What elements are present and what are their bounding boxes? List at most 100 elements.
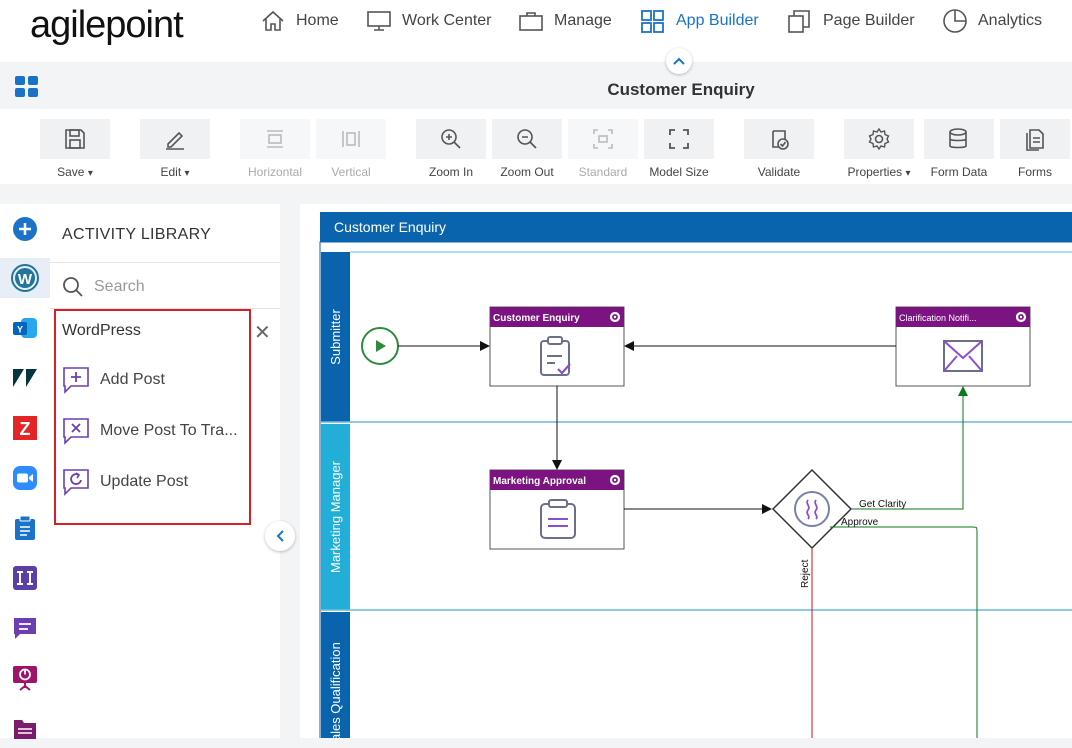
lane-marketing-label: Marketing Manager: [328, 460, 343, 573]
vertical-label: Vertical: [331, 165, 371, 179]
svg-text:Y: Y: [17, 325, 23, 335]
properties-button[interactable]: Properties ▾: [844, 119, 914, 181]
nav-home[interactable]: Home: [260, 8, 339, 34]
connector-reject-label: Reject: [800, 559, 811, 588]
nav-analytics[interactable]: Analytics: [942, 8, 1042, 34]
activity-clarification-title: Clarification Notifi...: [899, 313, 977, 323]
standard-button[interactable]: Standard: [568, 119, 638, 181]
rail-zendesk[interactable]: [0, 358, 50, 398]
connector-approve[interactable]: [830, 526, 978, 738]
forms-button[interactable]: Forms: [1000, 119, 1070, 181]
add-connector-button[interactable]: [0, 209, 50, 249]
agilepoint-logo[interactable]: agilepoint: [30, 4, 184, 47]
nav-page-builder[interactable]: Page Builder: [787, 8, 915, 34]
nav-work-center[interactable]: Work Center: [366, 8, 492, 34]
rail-folder[interactable]: [0, 708, 50, 748]
fit-to-size-icon: [669, 129, 689, 149]
vertical-layout-icon: [342, 131, 360, 147]
standard-label: Standard: [578, 165, 628, 179]
lane-sales-label: Sales Qualification: [328, 642, 343, 738]
presentation-icon: [13, 666, 37, 691]
connector-get-clarity-label: Get Clarity: [859, 499, 906, 510]
nav-manage[interactable]: Manage: [518, 8, 612, 34]
rail-presentation[interactable]: [0, 658, 50, 698]
pages-icon: [788, 10, 810, 33]
chevron-down-icon: ▾: [87, 168, 93, 179]
activity-add-post[interactable]: Add Post: [62, 366, 165, 394]
activity-marketing-approval[interactable]: Marketing Approval: [489, 469, 625, 550]
lane-submitter-label: Submitter: [328, 309, 343, 365]
clipboard-icon: [15, 515, 35, 540]
start-event[interactable]: [361, 327, 399, 365]
activity-library-title: ACTIVITY LIBRARY: [62, 226, 212, 243]
decision-gateway[interactable]: [771, 468, 853, 550]
connector-approve-label: Approve: [841, 517, 879, 528]
edit-label: Edit: [160, 165, 182, 179]
activity-update-post[interactable]: Update Post: [62, 468, 188, 496]
model-size-button[interactable]: Model Size: [644, 119, 714, 181]
rail-chat[interactable]: [0, 608, 50, 648]
form-data-label: Form Data: [930, 165, 988, 179]
svg-text:W: W: [18, 271, 33, 288]
search-icon: [63, 277, 83, 297]
text-cursor-icon: [13, 566, 37, 590]
pie-chart-icon: [943, 9, 967, 33]
rail-zoho[interactable]: Z: [0, 408, 50, 448]
chevron-down-icon: ▾: [184, 168, 190, 179]
forms-label: Forms: [1018, 165, 1052, 179]
trash-post-icon: [63, 418, 89, 445]
zoom-in-label: Zoom In: [428, 165, 473, 179]
activity-marketing-approval-title: Marketing Approval: [493, 476, 586, 487]
lane-marketing-manager[interactable]: Marketing Manager: [321, 424, 350, 610]
rail-yammer[interactable]: Y: [0, 308, 50, 348]
validate-icon: [772, 130, 789, 150]
nav-home-label: Home: [296, 12, 339, 29]
activity-move-post-label: Move Post To Tra...: [100, 422, 238, 439]
validate-label: Validate: [757, 165, 801, 179]
connector-get-clarity[interactable]: [851, 386, 968, 510]
validate-button[interactable]: Validate: [744, 119, 814, 181]
horizontal-layout-icon: [267, 130, 283, 148]
database-icon: [949, 128, 967, 149]
folder-icon: [14, 720, 36, 739]
collapse-library-button[interactable]: [265, 521, 295, 551]
zoom-icon: [13, 466, 37, 490]
form-data-button[interactable]: Form Data: [924, 119, 994, 181]
rail-clipboard[interactable]: [0, 508, 50, 548]
rail-text-field[interactable]: [0, 558, 50, 598]
nav-page-builder-label: Page Builder: [823, 12, 915, 29]
rail-zoom[interactable]: [0, 458, 50, 498]
save-button[interactable]: Save ▾: [40, 119, 110, 181]
horizontal-button[interactable]: Horizontal: [240, 119, 310, 181]
nav-app-builder[interactable]: App Builder: [640, 8, 759, 34]
model-size-label: Model Size: [649, 165, 709, 179]
edit-button[interactable]: Edit ▾: [140, 119, 210, 181]
pool-header[interactable]: Customer Enquiry: [320, 212, 1072, 242]
wordpress-icon: W: [11, 264, 39, 292]
process-canvas[interactable]: Customer Enquiry Submitter Marketing Man…: [300, 204, 1072, 738]
add-post-icon: [63, 367, 89, 394]
close-icon[interactable]: ✕: [254, 323, 271, 343]
briefcase-icon: [519, 12, 543, 31]
rail-wordpress[interactable]: W: [0, 258, 50, 298]
top-navigation: agilepoint Home Work Center Manage App B…: [0, 0, 1072, 62]
zoom-in-button[interactable]: Zoom In: [416, 119, 486, 181]
toolbar: Save ▾ Edit ▾ Horizontal Vertical Zoom I…: [0, 109, 1072, 184]
activity-customer-enquiry[interactable]: Customer Enquiry: [489, 306, 625, 387]
activity-clarification-notification[interactable]: Clarification Notifi...: [895, 306, 1031, 387]
save-label: Save: [57, 165, 85, 179]
nav-work-center-label: Work Center: [402, 12, 492, 29]
svg-text:Z: Z: [20, 419, 31, 439]
pool-title: Customer Enquiry: [334, 219, 446, 235]
activity-move-post-to-trash[interactable]: Move Post To Tra...: [62, 417, 238, 445]
vertical-button[interactable]: Vertical: [316, 119, 386, 181]
collapse-header-button[interactable]: [666, 48, 692, 74]
library-search-input[interactable]: [94, 278, 254, 296]
horizontal-label: Horizontal: [247, 165, 303, 179]
properties-label: Properties: [847, 165, 903, 179]
activity-customer-enquiry-title: Customer Enquiry: [493, 313, 580, 324]
lane-sales-qualification[interactable]: Sales Qualification: [321, 612, 350, 738]
add-icon: [13, 217, 37, 241]
nav-app-builder-label: App Builder: [676, 12, 759, 29]
zoom-out-button[interactable]: Zoom Out: [492, 119, 562, 181]
